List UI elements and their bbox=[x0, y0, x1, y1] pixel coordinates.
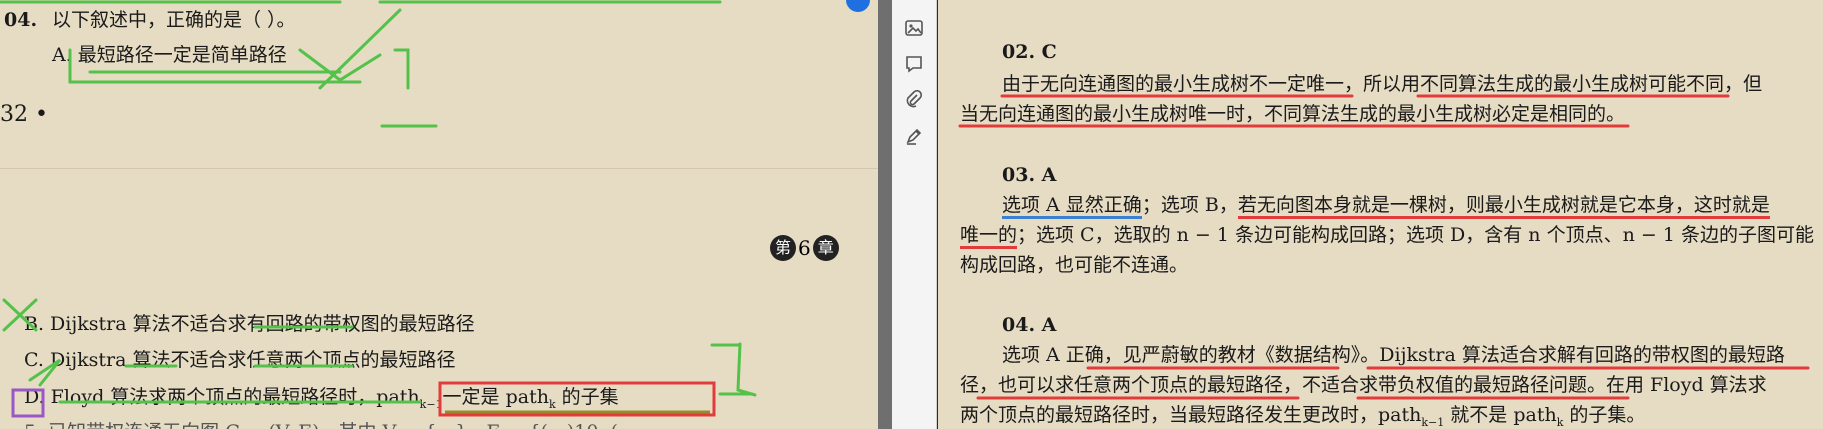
answer-04-line1: 选项 A 正确，见严蔚敏的教材《数据结构》。Dijkstra 算法适合求解有回路… bbox=[1002, 344, 1785, 366]
answer-02-line1: 由于无向连通图的最小生成树不一定唯一，所以用不同算法生成的最小生成树可能不同，但 bbox=[1002, 73, 1763, 95]
attachment-icon[interactable] bbox=[902, 88, 926, 112]
cut-off-line: 5. 已知带权连通无向图 G = (V, E)，其中 V = {…}，E = {… bbox=[24, 420, 637, 429]
answer-04-sub1: k−1 bbox=[1421, 415, 1445, 429]
q04-number: 04. bbox=[4, 9, 38, 31]
chapter-prefix: 第 bbox=[770, 235, 796, 261]
left-document-page: 04. 以下叙述中，正确的是（ ）。 A. 最短路径一定是简单路径 32 • 第… bbox=[0, 0, 878, 429]
option-d-sub1: k−1 bbox=[419, 397, 443, 411]
answer-03-rest: ；选项 C，选取的 n − 1 条边可能构成回路；选项 D，含有 n 个顶点、n… bbox=[1017, 224, 1814, 246]
answer-03-line1: 选项 A 显然正确；选项 B，若无向图本身就是一棵树，则最小生成树就是它本身，这… bbox=[1002, 193, 1770, 219]
annotation-toolbar bbox=[892, 0, 937, 429]
answer-04-l3b: 就不是 path bbox=[1444, 404, 1557, 426]
answer-04-l3c: 的子集。 bbox=[1563, 404, 1646, 426]
option-d-mid: 一定是 path bbox=[442, 386, 549, 408]
pen-icon[interactable] bbox=[902, 124, 926, 148]
answer-03-line2: 唯一的；选项 C，选取的 n − 1 条边可能构成回路；选项 D，含有 n 个顶… bbox=[960, 223, 1814, 249]
option-a: A. 最短路径一定是简单路径 bbox=[52, 44, 287, 66]
comment-icon[interactable] bbox=[902, 52, 926, 76]
option-d-path: path bbox=[376, 386, 420, 408]
page-gap bbox=[878, 0, 892, 429]
answer-04-line3: 两个顶点的最短路径时，当最短路径发生更改时，pathk−1 就不是 pathk … bbox=[960, 403, 1645, 429]
option-b: B. Dijkstra 算法不适合求有回路的带权图的最短路径 bbox=[24, 313, 475, 335]
answer-04-heading: 04. A bbox=[1002, 314, 1057, 336]
right-document-page: 02. C 由于无向连通图的最小生成树不一定唯一，所以用不同算法生成的最小生成树… bbox=[938, 0, 1823, 429]
option-d: D. Floyd 算法求两个顶点的最短路径时，pathk−1一定是 pathk … bbox=[24, 385, 619, 417]
image-tool-icon[interactable] bbox=[902, 16, 926, 40]
option-d-sub2: k bbox=[548, 397, 556, 411]
answer-04-line2: 径，也可以求任意两个顶点的最短路径，不适合求带负权值的最短路径问题。在用 Flo… bbox=[960, 374, 1767, 396]
answer-03-line3: 构成回路，也可能不连通。 bbox=[960, 254, 1189, 276]
answer-03-heading: 03. A bbox=[1002, 164, 1057, 186]
option-c: C. Dijkstra 算法不适合求任意两个顶点的最短路径 bbox=[24, 349, 456, 371]
answer-03-a: 选项 A 显然正确 bbox=[1002, 194, 1142, 219]
chapter-suffix: 章 bbox=[812, 235, 839, 261]
chapter-badge: 第 6 章 bbox=[770, 235, 839, 261]
chapter-number: 6 bbox=[798, 236, 811, 260]
answer-03-c: 若无向图本身就是一棵树，则最小生成树就是它本身，这时就是 bbox=[1237, 194, 1770, 219]
answer-04-l3a: 两个顶点的最短路径时，当最短路径发生更改时，path bbox=[960, 404, 1422, 426]
scroll-indicator[interactable] bbox=[846, 0, 870, 12]
answer-02-heading: 02. C bbox=[1002, 41, 1057, 63]
answer-03-unique: 唯一的 bbox=[960, 224, 1018, 249]
page-break-line bbox=[0, 168, 878, 169]
answer-02-line2: 当无向连通图的最小生成树唯一时，不同算法生成的最小生成树必定是相同的。 bbox=[960, 103, 1626, 125]
option-d-end: 的子集 bbox=[555, 386, 619, 408]
option-d-prefix: D. Floyd 算法求两个顶点的最短路径时， bbox=[24, 386, 377, 408]
q04-stem: 以下叙述中，正确的是（ ）。 bbox=[52, 9, 296, 31]
answer-03-b: ；选项 B， bbox=[1141, 194, 1238, 216]
page-number: 32 • bbox=[0, 102, 48, 127]
